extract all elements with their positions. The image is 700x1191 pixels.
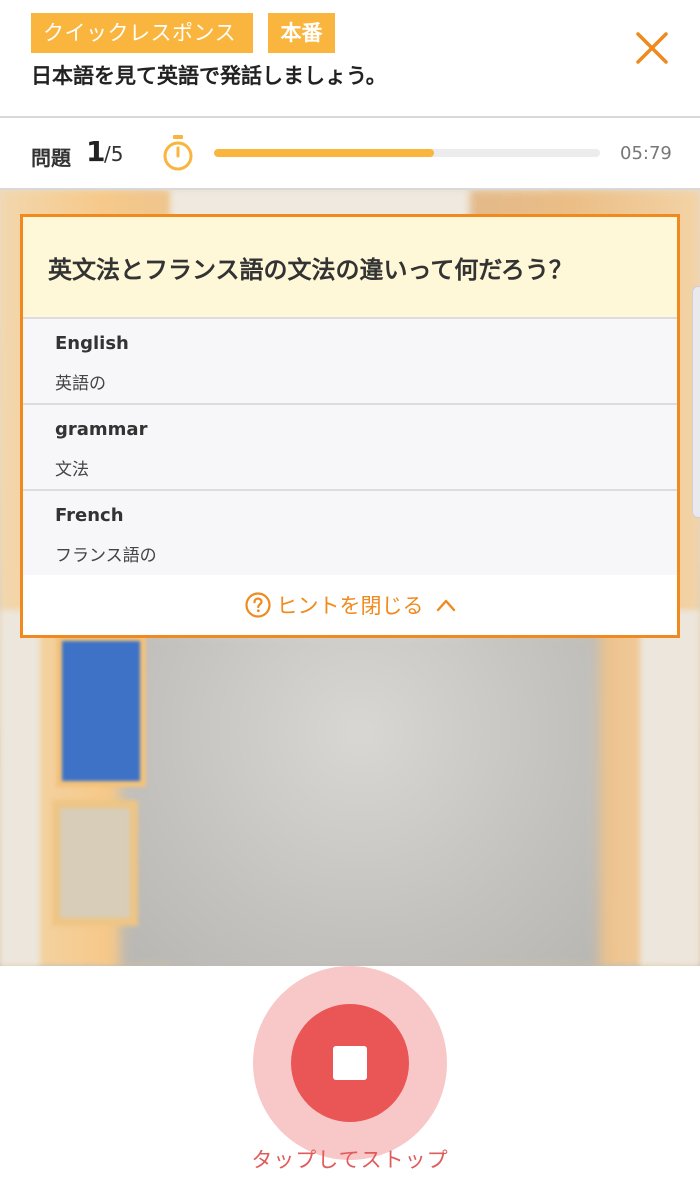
hint-word: French <box>55 505 124 526</box>
stage-tag: 本番 <box>268 13 335 53</box>
stop-label: タップしてストップ <box>251 1148 449 1172</box>
stopwatch-icon <box>160 134 196 172</box>
scene-blue-panel <box>56 635 146 787</box>
question-label: 問題 <box>31 146 71 170</box>
hint-item: French フランス語の <box>23 491 677 577</box>
time-progress-bar <box>214 149 600 157</box>
scene-post-right <box>640 610 700 966</box>
scene-floor <box>120 630 600 966</box>
header: クイックレスポンス 本番 日本語を見て英語で発話しましょう。 <box>0 0 700 118</box>
hint-item: grammar 文法 <box>23 405 677 491</box>
hint-card: 英文法とフランス語の文法の違いって何だろう？ English 英語の gramm… <box>20 214 680 638</box>
time-display: 05:79 <box>620 143 672 164</box>
hint-meaning: 文法 <box>55 460 89 480</box>
hint-word: grammar <box>55 419 148 440</box>
stop-icon <box>333 1046 367 1080</box>
hint-item: English 英語の <box>23 319 677 405</box>
chevron-up-icon <box>436 599 455 612</box>
close-hint-label: ヒントを閉じる <box>276 594 424 618</box>
stop-recording-button[interactable] <box>291 1004 409 1122</box>
close-button[interactable] <box>632 28 672 68</box>
record-area: タップしてストップ <box>0 966 700 1191</box>
progress-row: 問題 1 /5 05:79 <box>0 118 700 190</box>
time-progress-fill <box>214 149 435 157</box>
mode-tag: クイックレスポンス <box>31 13 253 53</box>
scene-post-left <box>0 610 40 966</box>
close-hint-button[interactable]: ヒントを閉じる <box>23 575 677 635</box>
side-scroll-handle[interactable] <box>692 286 700 518</box>
close-icon <box>636 32 668 64</box>
question-current: 1 <box>86 135 106 168</box>
instruction-text: 日本語を見て英語で発話しましょう。 <box>31 64 387 88</box>
hint-word: English <box>55 333 129 354</box>
question-circle-icon <box>244 592 271 618</box>
hint-meaning: 英語の <box>55 374 106 394</box>
scene-door <box>52 800 138 926</box>
hint-meaning: フランス語の <box>55 546 157 566</box>
hint-question: 英文法とフランス語の文法の違いって何だろう？ <box>23 217 677 319</box>
question-total: /5 <box>104 142 124 166</box>
